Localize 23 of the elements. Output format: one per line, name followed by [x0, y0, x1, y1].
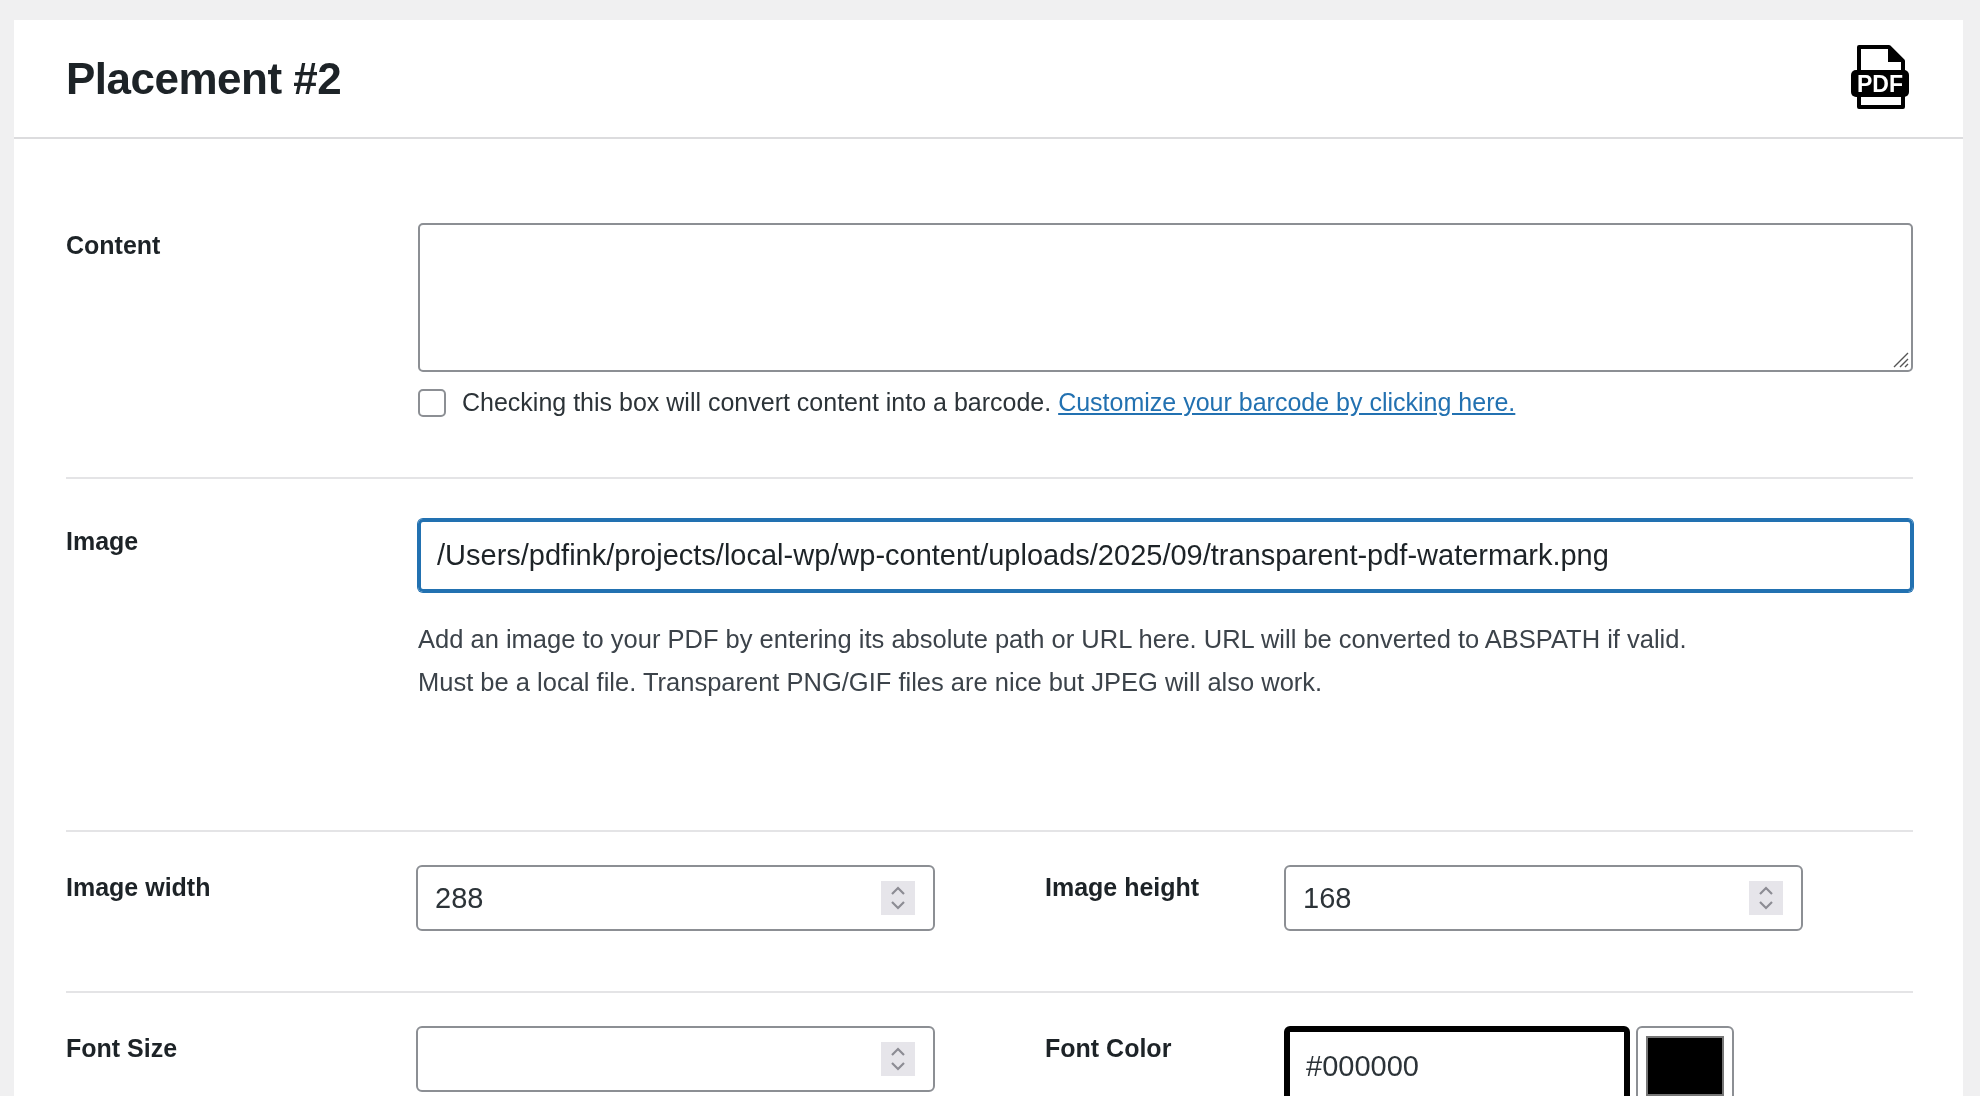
resize-grip-icon[interactable]	[1891, 350, 1909, 368]
barcode-note: Checking this box will convert content into a barcode. Customize your barcode by clicking here.	[462, 388, 1516, 417]
help-text: Must be a local file. Transparent PNG/GIF files are nice but JPEG will also work.	[418, 667, 1324, 698]
barcode-checkbox[interactable]	[418, 388, 446, 417]
content-textarea[interactable]	[418, 223, 1913, 372]
field-label: Font Size	[66, 1033, 179, 1063]
number-field[interactable]	[416, 1026, 935, 1092]
color-swatch[interactable]	[1636, 1026, 1734, 1096]
help-text: Add an image to your PDF by entering its absolute path or URL here. URL will be converted to ABSPATH if valid.	[418, 624, 1688, 655]
customize-barcode-link[interactable]: Customize your barcode by clicking here.	[1058, 388, 1516, 416]
field-label: Image width	[66, 872, 212, 902]
field-label: Image	[66, 526, 140, 557]
number-field[interactable]: 168	[1284, 865, 1803, 931]
image-path-field[interactable]: /Users/pdfink/projects/local-wp/wp-content/uploads/2025/09/transparent-pdf-watermark.png	[418, 519, 1913, 592]
field-label: Content	[66, 230, 162, 261]
stepper-arrows-icon[interactable]	[1749, 881, 1783, 915]
field-label: Image height	[1044, 872, 1201, 902]
stepper-arrows-icon[interactable]	[881, 1042, 915, 1076]
stepper-arrows-icon[interactable]	[881, 881, 915, 915]
section-title: Placement #2	[66, 53, 342, 104]
color-field[interactable]: #000000	[1284, 1026, 1630, 1096]
number-field[interactable]: 288	[416, 865, 935, 931]
field-label: Font Color	[1044, 1033, 1173, 1063]
